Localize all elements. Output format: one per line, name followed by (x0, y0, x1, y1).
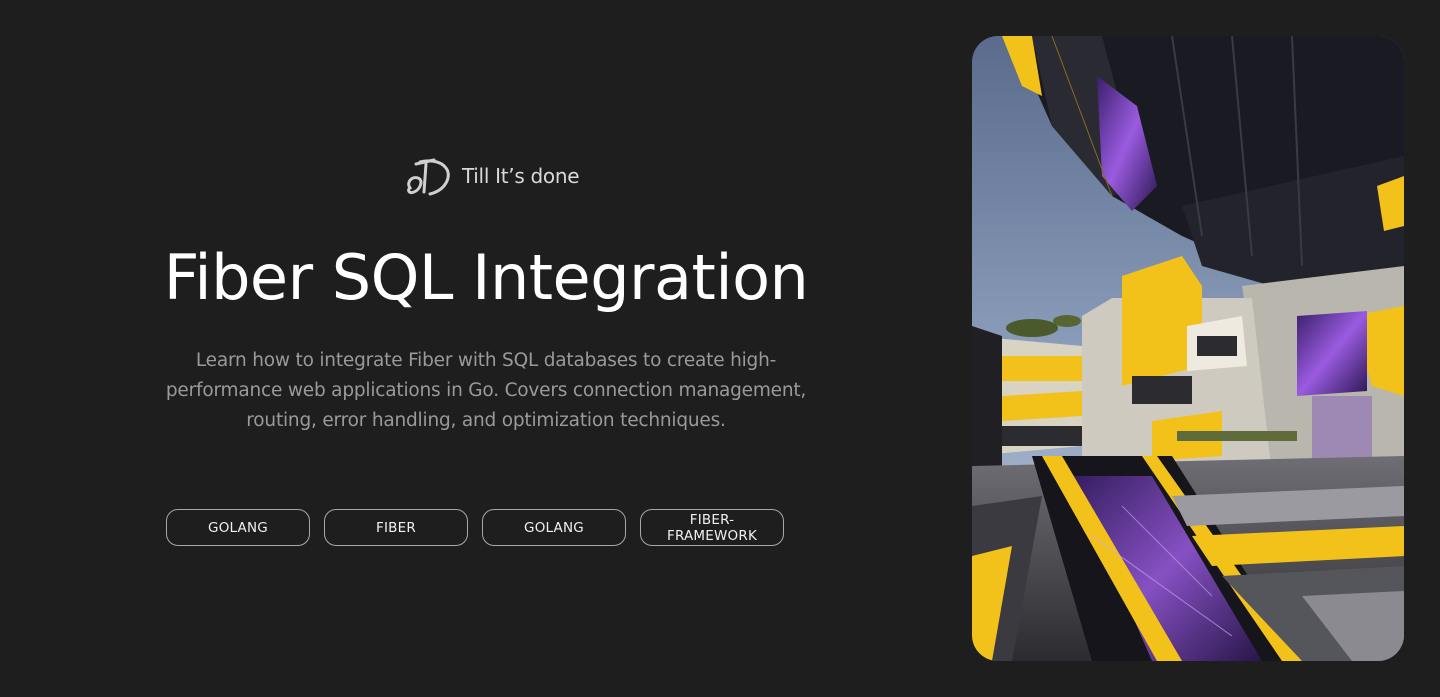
brand-name: Till It’s done (462, 164, 580, 188)
tag-list: GOLANG FIBER GOLANG FIBER-FRAMEWORK (166, 509, 784, 546)
tag-fiber-framework[interactable]: FIBER-FRAMEWORK (640, 509, 784, 546)
page: Till It’s done Fiber SQL Integration Lea… (0, 0, 1440, 697)
intro-section: Till It’s done Fiber SQL Integration Lea… (0, 0, 972, 697)
td-signature-logo-icon (407, 158, 450, 196)
brand[interactable]: Till It’s done (404, 154, 580, 198)
hero-image (972, 36, 1404, 661)
page-title: Fiber SQL Integration (163, 241, 809, 314)
tag-golang[interactable]: GOLANG (166, 509, 310, 546)
tag-golang[interactable]: GOLANG (482, 509, 626, 546)
architecture-illustration (972, 36, 1404, 661)
page-description: Learn how to integrate Fiber with SQL da… (165, 350, 807, 431)
tag-fiber[interactable]: FIBER (324, 509, 468, 546)
